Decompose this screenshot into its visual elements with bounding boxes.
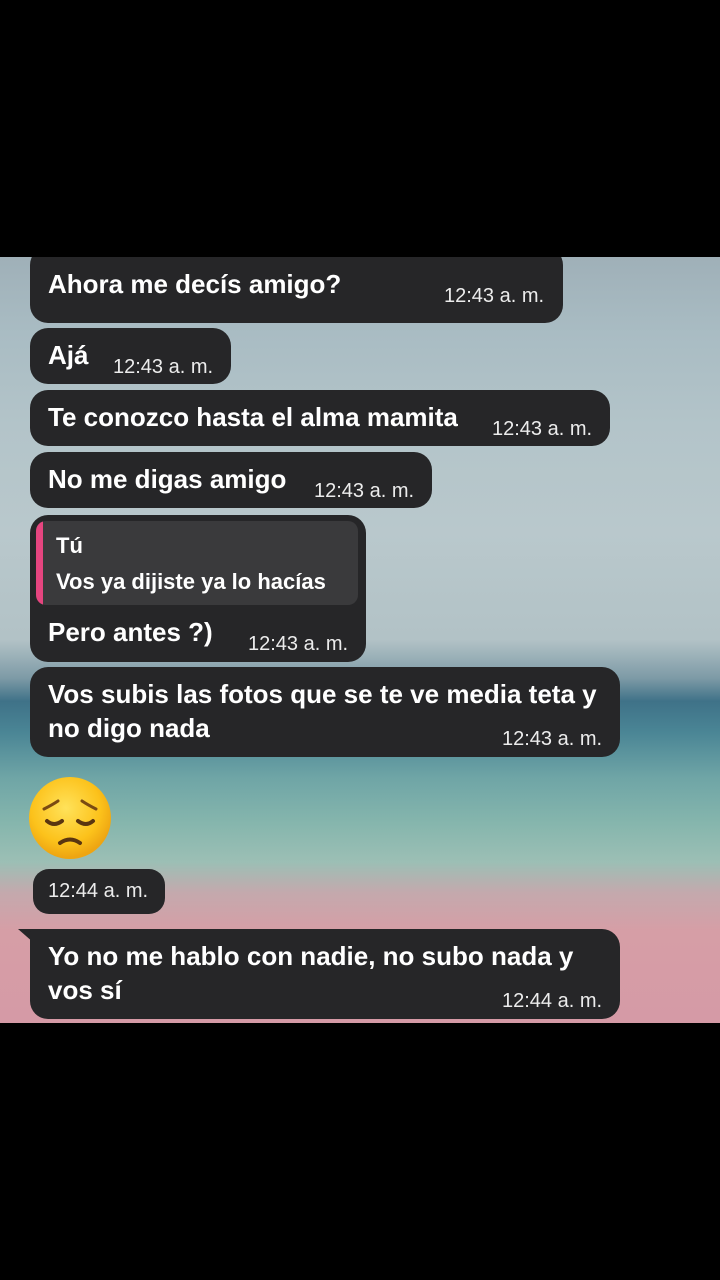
message-text-line: Yo no me hablo con nadie, no subo nada y — [48, 941, 574, 971]
quote-indicator — [36, 521, 43, 605]
message-bubble[interactable]: Vos subis las fotos que se te ve media t… — [30, 667, 620, 757]
message-time: 12:43 a. m. — [444, 285, 545, 307]
emoji-time-bubble: 12:44 a. m. — [33, 869, 165, 914]
message-text: Ajá — [48, 340, 89, 370]
message-time: 12:43 a. m. — [314, 480, 415, 502]
message-bubble[interactable]: Ajá 12:43 a. m. — [30, 328, 231, 384]
quoted-message[interactable]: Tú Vos ya dijiste ya lo hacías — [36, 521, 358, 605]
message-bubble[interactable]: No me digas amigo 12:43 a. m. — [30, 452, 432, 508]
message-text-line: Vos subis las fotos que se te ve media t… — [48, 679, 597, 709]
message-bubble[interactable]: Te conozco hasta el alma mamita 12:43 a.… — [30, 390, 610, 446]
message-time: 12:44 a. m. — [48, 880, 149, 902]
quoted-author: Tú — [56, 533, 83, 558]
message-time: 12:44 a. m. — [502, 990, 603, 1012]
message-bubble[interactable]: Yo no me hablo con nadie, no subo nada y… — [30, 929, 620, 1019]
pensive-face-icon — [29, 777, 111, 859]
message-time: 12:43 a. m. — [113, 356, 214, 378]
message-text: No me digas amigo — [48, 464, 287, 494]
message-time: 12:43 a. m. — [502, 728, 603, 750]
message-text-line: no digo nada — [48, 713, 210, 743]
message-text-line: vos sí — [48, 975, 122, 1005]
chat-view[interactable]: Ahora me decís amigo? 12:43 a. m. Ajá 12… — [0, 257, 720, 1023]
message-text: Te conozco hasta el alma mamita — [48, 402, 458, 432]
message-bubble[interactable]: Ahora me decís amigo? 12:43 a. m. — [30, 257, 563, 323]
message-text: Ahora me decís amigo? — [48, 269, 342, 299]
message-time: 12:43 a. m. — [492, 418, 593, 440]
message-text: Pero antes ?) — [48, 617, 213, 647]
quoted-text: Vos ya dijiste ya lo hacías — [56, 569, 326, 594]
reply-message-bubble[interactable]: Tú Vos ya dijiste ya lo hacías Pero ante… — [30, 515, 366, 662]
message-time: 12:43 a. m. — [248, 633, 349, 655]
